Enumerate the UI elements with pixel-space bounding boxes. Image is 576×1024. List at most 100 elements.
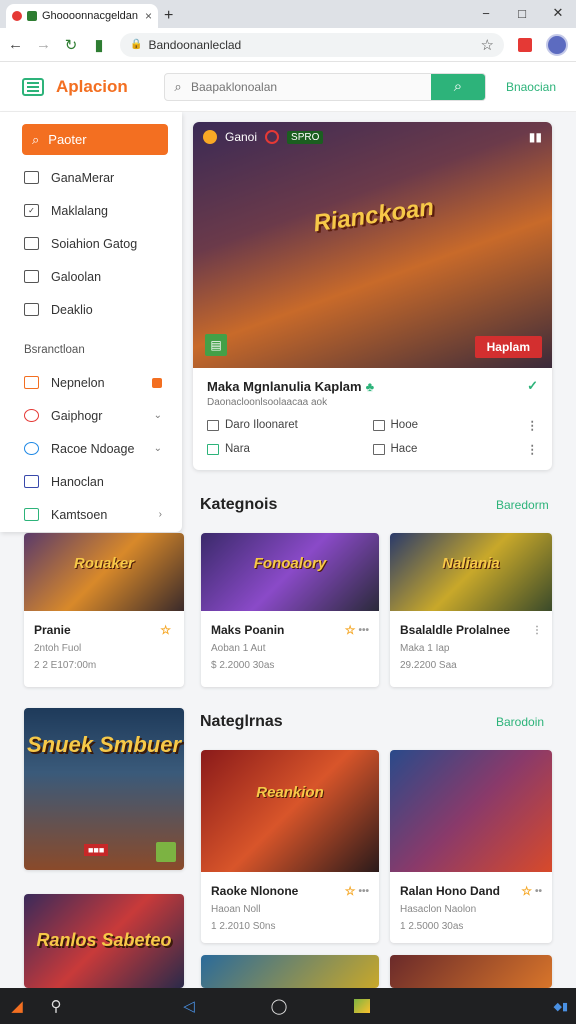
- menu-icon[interactable]: [22, 77, 44, 96]
- game-tile[interactable]: [201, 955, 379, 988]
- meta-item: Daro Iloonaret: [207, 418, 373, 432]
- box-icon: [24, 475, 39, 488]
- record-icon: [265, 130, 280, 144]
- app-header: Aplacion ⌕ ⌕ Bnaocian: [0, 62, 576, 112]
- sidebar-primary-label: Paoter: [48, 132, 87, 147]
- more-icon[interactable]: ⋮: [527, 442, 539, 456]
- more-icon[interactable]: •••: [358, 625, 369, 636]
- search-icon: ⌕: [174, 78, 182, 94]
- game-card[interactable]: Fonoalory Maks Poanin ☆ ••• Aoban 1 Aut $ …: [201, 533, 379, 687]
- sidebar-item[interactable]: Gaiphogr ⌄: [0, 399, 182, 432]
- grid-icon: [24, 376, 39, 389]
- maximize-icon[interactable]: □: [504, 0, 540, 26]
- brand-logo[interactable]: Aplacion: [56, 77, 152, 97]
- close-tab-icon[interactable]: ×: [145, 9, 152, 23]
- verified-icon: ♣: [365, 378, 375, 394]
- close-window-icon[interactable]: ✕: [540, 0, 576, 26]
- edit-icon: [372, 419, 385, 431]
- section-link[interactable]: Baredorm: [496, 498, 549, 512]
- window-controls: − □ ✕: [468, 0, 576, 26]
- game-tile[interactable]: [390, 955, 552, 988]
- featured-game-card[interactable]: Ganoi SPRO ▮▮ Rianckoan ▤ Haplam Maka Mg…: [193, 122, 552, 470]
- game-card[interactable]: Ralan Hono Dand ☆ •• Hasaclon Naolon 1 2.5…: [390, 750, 552, 943]
- hero-top-label: Ganoi: [225, 130, 258, 144]
- game-time: 1 2.5000 30as: [400, 921, 464, 932]
- section-link[interactable]: Barodoin: [496, 715, 544, 729]
- hero-top-bar: Ganoi SPRO ▮▮: [203, 130, 542, 144]
- hero-game-name: Maka Mgnlanulia Kaplam ♣ ✓: [207, 378, 538, 394]
- profile-avatar[interactable]: [546, 33, 568, 56]
- hero-title-art: Rianckoan: [311, 193, 436, 238]
- tall-card-art: Snuek Smbuer: [26, 732, 182, 757]
- game-card[interactable]: Rouaker Pranie ☆ 2ntoh Fuol 2 2 E107:00m: [24, 533, 184, 687]
- game-name: Ralan Hono Dand: [400, 884, 501, 898]
- home-nav-icon[interactable]: ◯: [264, 997, 294, 1015]
- hero-badge: SPRO: [287, 130, 324, 144]
- more-icon[interactable]: ⋮: [527, 418, 539, 432]
- favicon-icon: [12, 11, 22, 21]
- sidebar-item[interactable]: Soiahion Gatog: [0, 227, 182, 260]
- app-icon[interactable]: ▮: [92, 36, 106, 54]
- game-time: 1 2.2010 S0ns: [211, 921, 276, 932]
- header-link[interactable]: Bnaocian: [506, 80, 556, 94]
- game-tile[interactable]: Ranlos Sabeteo: [24, 894, 184, 988]
- sidebar-primary-button[interactable]: ⌕ Paoter: [22, 124, 168, 155]
- sidebar-item[interactable]: Galoolan: [0, 260, 182, 293]
- favorite-star-icon[interactable]: ☆: [521, 884, 532, 898]
- bookmark-star-icon[interactable]: ☆: [481, 36, 494, 54]
- game-logo-icon: [203, 130, 217, 144]
- game-meta: 2ntoh Fuol: [34, 643, 82, 654]
- sidebar-item[interactable]: Kamtsoen ›: [0, 498, 182, 531]
- more-icon[interactable]: ⋮: [532, 625, 542, 636]
- section-title: Kategnois: [200, 496, 278, 513]
- search-icon[interactable]: ⚲: [38, 997, 74, 1015]
- address-bar[interactable]: 🔒 Bandoonanleclad ☆: [120, 32, 504, 57]
- hero-cta-button[interactable]: Haplam: [474, 336, 542, 358]
- browser-tab[interactable]: Ghoooonnacgeldan ×: [6, 4, 158, 28]
- sidebar-item[interactable]: Nepnelon: [0, 366, 182, 399]
- more-icon[interactable]: •••: [358, 886, 369, 897]
- sidebar-item[interactable]: ✓ Maklalang: [0, 194, 182, 227]
- edit-icon: [24, 270, 39, 283]
- reload-icon[interactable]: ↻: [64, 36, 78, 54]
- game-thumbnail: Naliania: [390, 533, 552, 611]
- game-name: Raoke Nlonone: [211, 884, 299, 898]
- favicon-secondary-icon: [27, 11, 37, 21]
- sidebar-item[interactable]: Deaklio: [0, 293, 182, 326]
- game-name: Maks Poanin: [211, 623, 285, 637]
- game-thumbnail: Fonoalory: [201, 533, 379, 611]
- sidebar-item[interactable]: GanaMerar: [0, 161, 182, 194]
- forward-icon[interactable]: →: [36, 36, 51, 53]
- back-nav-icon[interactable]: ◁: [174, 997, 204, 1015]
- app-taskbar-icon[interactable]: [354, 999, 370, 1013]
- game-badge-icon: ▤: [205, 334, 227, 356]
- chevron-down-icon[interactable]: ⌄: [154, 410, 162, 421]
- more-icon[interactable]: ••: [535, 886, 542, 897]
- favorite-star-icon[interactable]: ☆: [345, 884, 356, 898]
- leaf-icon: [24, 508, 39, 521]
- browser-tab-strip: Ghoooonnacgeldan × + − □ ✕: [0, 0, 576, 28]
- game-card[interactable]: Reankion Raoke Nlonone ☆ ••• Haoan Noll 1 …: [201, 750, 379, 943]
- favorite-star-icon[interactable]: ☆: [160, 623, 171, 637]
- status-tray-icon[interactable]: ◆▮: [553, 1000, 568, 1013]
- tile-art: Ranlos Sabeteo: [36, 930, 172, 950]
- launcher-icon[interactable]: ◢: [8, 997, 26, 1015]
- search-input[interactable]: [191, 73, 431, 100]
- extension-icon[interactable]: [518, 37, 532, 52]
- new-tab-button[interactable]: +: [164, 4, 173, 28]
- tall-game-card[interactable]: Snuek Smbuer ■■■: [24, 708, 184, 870]
- chevron-icon[interactable]: ›: [159, 509, 162, 520]
- tag-icon: [152, 377, 162, 388]
- game-time: 2 2 E107:00m: [34, 660, 97, 671]
- meta-item: Nara: [207, 442, 373, 456]
- back-icon[interactable]: ←: [8, 36, 23, 53]
- sidebar-item[interactable]: Racoe Ndoage ⌄: [0, 432, 182, 465]
- favorite-star-icon[interactable]: ☆: [345, 623, 356, 637]
- game-name: Bsalaldle Prolalnee: [400, 623, 511, 637]
- search-button[interactable]: ⌕: [430, 73, 485, 100]
- game-meta: Aoban 1 Aut: [211, 643, 266, 654]
- sidebar-item[interactable]: Hanoclan: [0, 465, 182, 498]
- game-card[interactable]: Naliania Bsalaldle Prolalnee ⋮ Maka 1 Iap…: [390, 533, 552, 687]
- minimize-icon[interactable]: −: [468, 0, 504, 26]
- chevron-down-icon[interactable]: ⌄: [154, 443, 162, 454]
